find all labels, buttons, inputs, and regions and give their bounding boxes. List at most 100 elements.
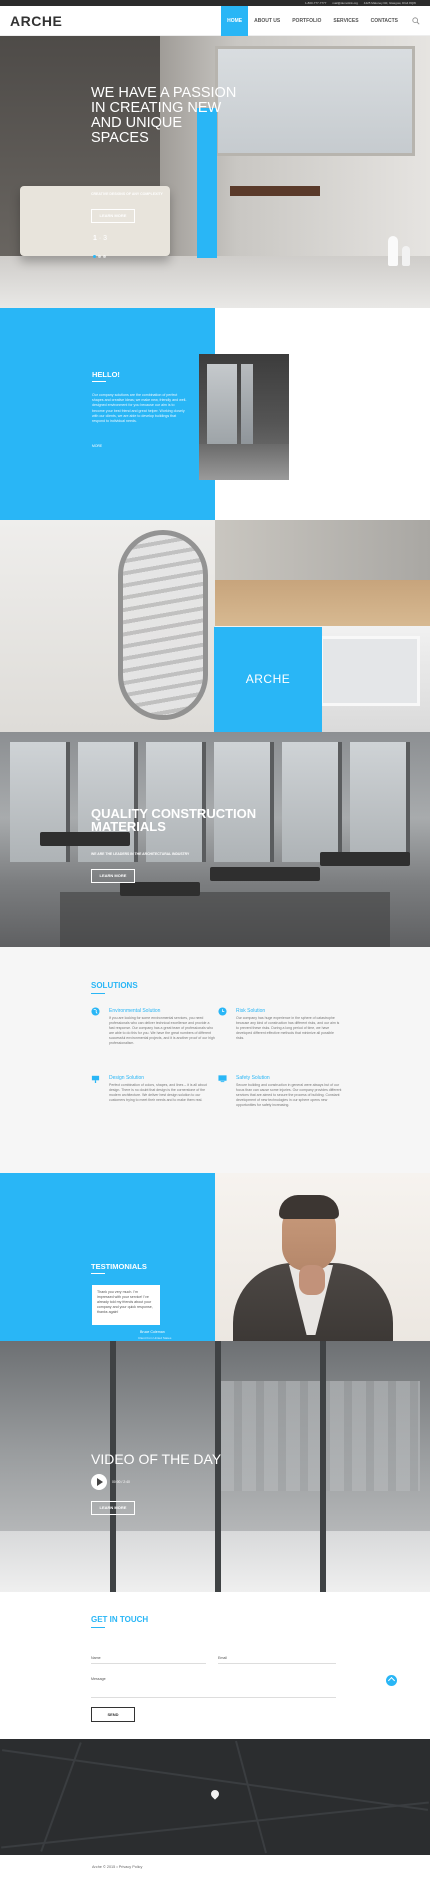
message-label: Message (91, 1677, 106, 1681)
name-label: Name (91, 1656, 101, 1660)
footer-copyright: Arche © 2015 • Privacy Policy (92, 1865, 143, 1869)
quality-subtitle: WE ARE THE LEADERS IN THE ARCHITECTURAL … (91, 852, 190, 856)
nav-home[interactable]: HOME (221, 6, 249, 36)
solution-name[interactable]: Environmental Solution (109, 1008, 160, 1014)
email-label: Email (218, 1656, 227, 1660)
lounge-rug (60, 892, 390, 947)
spiral-stair (118, 530, 208, 720)
title-underline (92, 381, 106, 382)
title-underline (91, 993, 105, 994)
solutions-title: SOLUTIONS (91, 981, 138, 990)
testimonial-role: Client from United States (138, 1336, 172, 1340)
globe-icon (91, 1007, 100, 1016)
hero-window-image (215, 46, 415, 156)
map-road (1, 1801, 429, 1849)
photo-window (241, 364, 253, 444)
portrait-hair (279, 1195, 339, 1219)
nav-about-us[interactable]: ABOUT US (248, 6, 286, 36)
contact-title: GET IN TOUCH (91, 1615, 149, 1624)
solutions-section (0, 947, 430, 1173)
portrait-hand (299, 1265, 325, 1295)
photo-window (207, 364, 237, 444)
nav-services[interactable]: SERVICES (327, 6, 364, 36)
search-icon[interactable] (412, 17, 420, 25)
video-title: VIDEO OF THE DAY (91, 1451, 222, 1467)
monitor-icon (218, 1075, 227, 1083)
testimonials-title: TESTIMONIALS (91, 1262, 147, 1271)
main-nav: HOME ABOUT US PORTFOLIO SERVICES CONTACT… (221, 6, 404, 36)
site-logo[interactable]: ARCHE (10, 13, 62, 29)
address-text: 4425 Maloney Rd, Glasgow, DG4 8QW (363, 1, 416, 5)
hero-vase-image (402, 246, 410, 266)
solution-name[interactable]: Safety Solution (236, 1075, 270, 1081)
about-title: HELLO! (92, 370, 120, 379)
quality-section (0, 732, 430, 947)
wood-floor (215, 580, 430, 626)
room-window (320, 636, 420, 706)
about-text: Our company solutions are the combinatio… (92, 393, 187, 424)
message-field[interactable] (91, 1697, 336, 1698)
slider-dot[interactable] (103, 255, 106, 258)
lounge-bench (210, 867, 320, 881)
about-interior-photo (199, 354, 289, 480)
clock-icon (218, 1007, 227, 1016)
lounge-bench (120, 882, 200, 896)
staircase-photo (0, 520, 215, 732)
loft-photo (215, 520, 430, 626)
nav-contacts[interactable]: CONTACTS (365, 6, 404, 36)
slide-divider-icon: · (98, 235, 102, 242)
slider-pagination (93, 255, 106, 258)
hero-learn-more-button[interactable]: LEARN MORE (91, 209, 135, 223)
slider-dot[interactable] (93, 255, 96, 258)
hero-floor-image (0, 256, 430, 308)
video-learn-more-button[interactable]: LEARN MORE (91, 1501, 135, 1515)
hero-vase-image (388, 236, 398, 266)
testimonial-author: Bruce Coleman (140, 1330, 165, 1334)
lounge-window (214, 742, 274, 862)
slide-current: 1 (93, 235, 97, 242)
showcase-label: ARCHE (245, 672, 291, 686)
solution-text: Secure building and construction in gene… (236, 1083, 342, 1107)
hero-title: WE HAVE A PASSION IN CREATING NEW AND UN… (91, 85, 237, 146)
quality-learn-more-button[interactable]: LEARN MORE (91, 869, 135, 883)
lounge-window (350, 742, 410, 862)
solution-name[interactable]: Risk Solution (236, 1008, 265, 1014)
testimonial-card: Thank you very much. I'm impressed with … (92, 1285, 160, 1325)
slide-counter: 1 · 3 (93, 235, 107, 242)
title-underline (91, 1273, 105, 1274)
slider-dot[interactable] (98, 255, 101, 258)
hero-table-image (230, 186, 320, 196)
slide-total: 3 (103, 235, 108, 242)
site-header: ARCHE HOME ABOUT US PORTFOLIO SERVICES C… (0, 6, 430, 36)
lounge-window (282, 742, 342, 862)
lounge-bench (40, 832, 130, 846)
solution-text: Perfect combination of colors, shapes, a… (109, 1083, 207, 1102)
lounge-bench (320, 852, 410, 866)
testimonial-portrait (215, 1173, 430, 1341)
solution-text: Our company has huge experience in the s… (236, 1016, 340, 1040)
lounge-window (146, 742, 206, 862)
quality-title: QUALITY CONSTRUCTION MATERIALS (91, 806, 257, 834)
contact-section (0, 1592, 430, 1739)
send-button[interactable]: SEND (91, 1707, 135, 1722)
testimonial-quote: Thank you very much. I'm impressed with … (97, 1290, 153, 1314)
window-column (320, 1341, 326, 1592)
phone-text[interactable]: 1-800-777-7777 (305, 1, 326, 5)
hero-subtitle: CREATIVE DESIGNS OF ANY COMPLEXITY (91, 192, 163, 196)
nav-portfolio[interactable]: PORTFOLIO (286, 6, 327, 36)
title-underline (91, 1627, 105, 1628)
email-field[interactable] (218, 1663, 336, 1664)
site-footer (0, 1855, 430, 1879)
email-text[interactable]: mail@demolink.org (332, 1, 358, 5)
map-road (235, 1740, 267, 1854)
testimonials-section (0, 1173, 430, 1341)
video-time: 00:00 / 2:40 (112, 1480, 130, 1484)
photo-floor (199, 444, 289, 480)
solution-text: If you are looking for some environmenta… (109, 1016, 215, 1045)
play-icon[interactable] (97, 1478, 103, 1486)
about-section (0, 308, 430, 520)
name-field[interactable] (91, 1663, 206, 1664)
about-more-link[interactable]: MORE (92, 444, 102, 448)
solution-name[interactable]: Design Solution (109, 1075, 144, 1081)
paint-icon (91, 1075, 100, 1083)
